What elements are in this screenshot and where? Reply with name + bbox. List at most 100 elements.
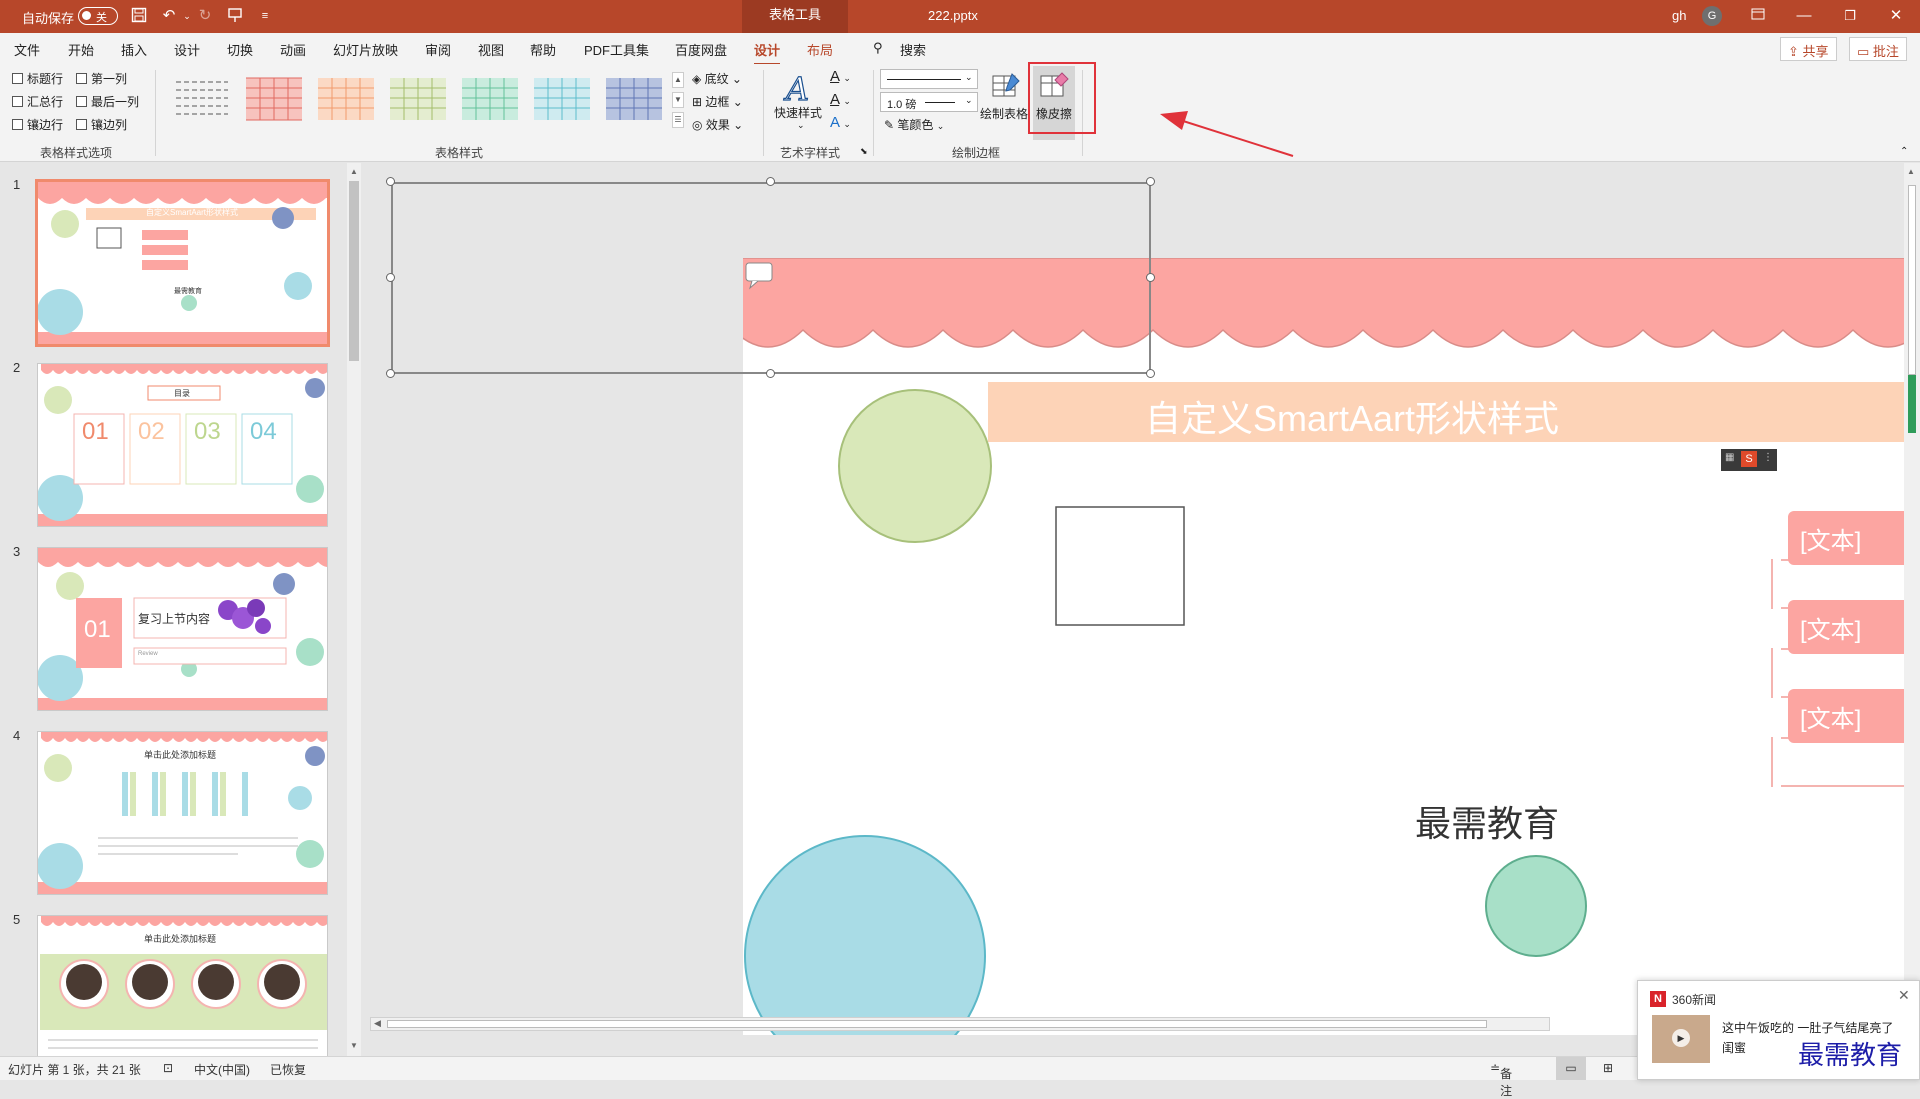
pen-style-select[interactable]: ⌄ — [880, 69, 978, 89]
comments-button[interactable]: ▭ 批注 — [1849, 37, 1907, 61]
resize-handle[interactable] — [1146, 177, 1155, 186]
pen-weight-select[interactable]: 1.0 磅 ⌄ — [880, 92, 978, 112]
tab-slideshow[interactable]: 幻灯片放映 — [333, 40, 398, 59]
save-icon[interactable] — [130, 7, 148, 25]
table-style-green[interactable] — [460, 76, 520, 122]
avatar[interactable]: G — [1702, 6, 1722, 26]
tab-table-design[interactable]: 设计 — [754, 40, 781, 66]
quick-styles-label[interactable]: 快速样式 — [774, 104, 822, 121]
news-popup[interactable]: N 360新闻 ✕ ▶ 这中午饭吃的 一肚子气结尾亮了 闺蜜 最需教育 — [1637, 980, 1920, 1080]
resize-handle[interactable] — [1146, 369, 1155, 378]
draw-table-icon[interactable] — [990, 70, 1022, 102]
slide-thumbnail-3[interactable]: 01 复习上节内容 Review — [37, 547, 328, 711]
tab-transitions[interactable]: 切换 — [227, 40, 253, 59]
text-effects-icon[interactable]: A ⌄ — [830, 114, 851, 131]
text-outline-icon[interactable]: A ⌄ — [830, 91, 851, 108]
selected-table[interactable] — [391, 182, 1151, 374]
scroll-down-icon[interactable]: ▼ — [350, 1041, 358, 1050]
gallery-more-icon[interactable]: ☰ — [672, 112, 684, 128]
banded-columns-checkbox[interactable]: 镶边列 — [76, 116, 127, 133]
wordart-dialog-launcher-icon[interactable]: ⬊ — [860, 146, 868, 157]
undo-icon[interactable]: ↶ — [160, 7, 178, 25]
ime-toolbar[interactable]: ▦ S ⋮ — [1721, 449, 1777, 471]
gallery-up-icon[interactable]: ▲ — [672, 72, 684, 88]
close-icon[interactable]: ✕ — [1873, 0, 1919, 33]
table-style-olive[interactable] — [388, 76, 448, 122]
scroll-up-icon[interactable]: ▲ — [1907, 167, 1915, 176]
ribbon-display-icon[interactable] — [1735, 0, 1781, 33]
effects-button[interactable]: ◎ 效果 ⌄ — [692, 116, 743, 133]
smartart-text-placeholder[interactable]: [文本] — [1788, 600, 1904, 654]
table-style-cyan[interactable] — [532, 76, 592, 122]
thumbnail-scrollbar[interactable]: ▲ ▼ — [347, 163, 361, 1056]
tab-review[interactable]: 审阅 — [425, 40, 451, 59]
ime-menu-icon[interactable]: ⋮ — [1763, 452, 1773, 463]
slide-sorter-icon[interactable]: ⊞ — [1603, 1061, 1613, 1075]
gallery-down-icon[interactable]: ▼ — [672, 92, 684, 108]
slide-thumbnail-2[interactable]: 目录 01 02 03 04 — [37, 363, 328, 527]
search-label[interactable]: 搜索 — [900, 40, 926, 59]
slide-title[interactable]: 自定义SmartAart形状样式 — [1145, 390, 1559, 442]
text-fill-icon[interactable]: A ⌄ — [830, 68, 851, 85]
slide-thumbnail-5[interactable]: 单击此处添加标题 — [37, 915, 328, 1056]
notes-button[interactable]: ≐ 备注 — [1490, 1061, 1512, 1098]
redo-icon[interactable]: ↻ — [196, 7, 214, 25]
news-headline[interactable]: 这中午饭吃的 一肚子气结尾亮了 — [1722, 1019, 1893, 1036]
resize-handle[interactable] — [386, 177, 395, 186]
smartart-text-placeholder[interactable]: [文本] — [1788, 511, 1904, 565]
slide-thumbnail-1[interactable]: 自定义SmartAart形状样式 最需教育 — [35, 179, 330, 347]
user-name[interactable]: gh — [1672, 8, 1686, 23]
scroll-thumb[interactable] — [387, 1020, 1487, 1028]
resize-handle[interactable] — [766, 177, 775, 186]
borders-button[interactable]: ⊞ 边框 ⌄ — [692, 93, 743, 110]
zoom-slider-indicator[interactable] — [1908, 375, 1916, 433]
undo-dropdown-icon[interactable]: ⌄ — [178, 7, 196, 25]
table-style-orange[interactable] — [316, 76, 376, 122]
pen-color-button[interactable]: ✎ 笔颜色 ⌄ — [884, 116, 944, 133]
tab-pdf-tools[interactable]: PDF工具集 — [584, 40, 649, 59]
slide-thumbnail-4[interactable]: 单击此处添加标题 — [37, 731, 328, 895]
keyboard-icon[interactable]: ▦ — [1725, 452, 1734, 463]
normal-view-icon[interactable]: ▭ — [1556, 1057, 1586, 1080]
customize-qat-icon[interactable]: ≡ — [256, 7, 274, 25]
total-row-checkbox[interactable]: 汇总行 — [12, 93, 63, 110]
tab-design[interactable]: 设计 — [174, 40, 200, 59]
resize-handle[interactable] — [386, 273, 395, 282]
slide-footer-text[interactable]: 最需教育 — [1415, 795, 1559, 847]
minimize-icon[interactable]: — — [1781, 0, 1827, 33]
tab-insert[interactable]: 插入 — [121, 40, 147, 59]
draw-table-label[interactable]: 绘制表格 — [980, 105, 1028, 122]
header-row-checkbox[interactable]: 标题行 — [12, 70, 63, 87]
language-indicator[interactable]: 中文(中国) — [194, 1061, 250, 1078]
horizontal-scrollbar[interactable]: ◀ — [370, 1017, 1550, 1031]
restore-icon[interactable]: ❐ — [1827, 0, 1873, 33]
table-style-red[interactable] — [244, 76, 304, 122]
tab-home[interactable]: 开始 — [68, 40, 94, 59]
tab-view[interactable]: 视图 — [478, 40, 504, 59]
quick-styles-dropdown-icon[interactable]: ⌄ — [797, 120, 805, 131]
scroll-thumb[interactable] — [1908, 185, 1916, 375]
resize-handle[interactable] — [766, 369, 775, 378]
canvas-vertical-scrollbar[interactable]: ▲ — [1904, 163, 1920, 1056]
smartart-text-placeholder[interactable]: [文本] — [1788, 689, 1904, 743]
tab-help[interactable]: 帮助 — [530, 40, 556, 59]
shading-button[interactable]: ◈ 底纹 ⌄ — [692, 70, 742, 87]
collapse-ribbon-icon[interactable]: ⌃ — [1900, 146, 1908, 157]
tab-animations[interactable]: 动画 — [280, 40, 306, 59]
resize-handle[interactable] — [1146, 273, 1155, 282]
last-column-checkbox[interactable]: 最后一列 — [76, 93, 139, 110]
share-button[interactable]: ⇪ 共享 — [1780, 37, 1837, 61]
resize-handle[interactable] — [386, 369, 395, 378]
scroll-up-icon[interactable]: ▲ — [350, 167, 358, 176]
spellcheck-icon[interactable]: ⊡ — [163, 1061, 173, 1075]
present-icon[interactable] — [226, 7, 244, 25]
banded-rows-checkbox[interactable]: 镶边行 — [12, 116, 63, 133]
current-slide[interactable]: 自定义SmartAart形状样式 [文本] [文本] [文本] 最需教育 — [743, 258, 1904, 1035]
search-icon[interactable]: ⚲ — [873, 40, 883, 56]
first-column-checkbox[interactable]: 第一列 — [76, 70, 127, 87]
table-style-plain[interactable] — [172, 76, 232, 122]
tab-file[interactable]: 文件 — [14, 40, 40, 59]
scroll-thumb[interactable] — [349, 181, 359, 361]
autosave-toggle[interactable]: 关 — [78, 7, 118, 25]
scroll-left-icon[interactable]: ◀ — [374, 1018, 381, 1029]
